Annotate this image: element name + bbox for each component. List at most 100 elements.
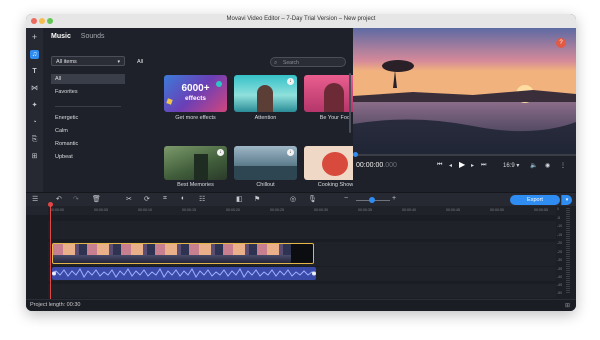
title-track[interactable]: [48, 221, 556, 239]
transitions-icon[interactable]: ⋈: [30, 84, 39, 93]
step-forward-icon[interactable]: ▸: [471, 162, 474, 169]
titles-icon[interactable]: T: [30, 67, 39, 76]
rotate-icon[interactable]: ⟳: [144, 195, 150, 203]
zoom-out-icon[interactable]: −: [344, 195, 348, 202]
category-upbeat[interactable]: Upbeat: [55, 154, 73, 160]
ruler-tick: 00:00:35: [358, 208, 372, 212]
aspect-ratio-select[interactable]: 16:9 ▾: [503, 162, 519, 169]
color-adjust-icon[interactable]: ◐: [181, 195, 185, 202]
insert-icon[interactable]: ◧: [236, 195, 243, 203]
media-card-attention[interactable]: ↓: [234, 75, 297, 112]
add-icon[interactable]: +: [30, 33, 39, 42]
marker-icon[interactable]: ⚑: [254, 195, 260, 203]
search-placeholder: Search: [283, 60, 299, 66]
export-options-button[interactable]: ▾: [561, 195, 572, 205]
download-icon[interactable]: ↓: [287, 149, 294, 156]
play-icon[interactable]: ▶: [459, 160, 465, 169]
record-voice-icon[interactable]: 🎙: [308, 195, 317, 203]
stabilize-icon[interactable]: ◎: [290, 195, 296, 203]
thumbnail-figure: [324, 83, 344, 112]
media-tabs: Music Sounds: [51, 33, 113, 40]
playhead[interactable]: [50, 204, 51, 300]
aspect-ratio-value: 16:9: [503, 163, 515, 169]
window-title: Movavi Video Editor – 7-Day Trial Versio…: [226, 16, 376, 22]
export-preset-icon[interactable]: ⎘: [30, 135, 39, 144]
stickers-icon[interactable]: ◔: [30, 118, 39, 127]
thumbnail-dish: [322, 152, 348, 176]
search-input[interactable]: ⌕ Search: [270, 57, 346, 67]
meter-label: -50: [557, 291, 563, 295]
more-tools-icon[interactable]: ⊞: [30, 152, 39, 161]
video-clip[interactable]: [52, 243, 314, 264]
status-bar: Project length: 00:30 ⊞: [26, 299, 576, 311]
snapshot-icon[interactable]: ◉: [545, 162, 550, 169]
cut-icon[interactable]: ✂: [126, 195, 132, 203]
thumbnail-figure: [194, 154, 208, 180]
resize-grip-icon[interactable]: ⊞: [565, 302, 570, 309]
undo-icon[interactable]: ↶: [56, 195, 62, 203]
skip-to-end-icon[interactable]: ⏭: [481, 162, 486, 169]
category-favorites[interactable]: Favorites: [55, 89, 78, 95]
thumbnail-water: [234, 166, 297, 180]
grid-header: All: [137, 59, 144, 65]
category-all[interactable]: All: [51, 74, 125, 84]
project-length: Project length: 00:30: [30, 302, 81, 308]
preview-frame: [353, 28, 576, 154]
timecode: 00:00:00.000: [356, 162, 397, 169]
help-icon[interactable]: ?: [556, 38, 566, 48]
download-icon[interactable]: ↓: [287, 78, 294, 85]
clip-thumbnail-strip: [53, 255, 313, 263]
card-caption: Best Memories: [177, 182, 214, 188]
meter-label: -30: [557, 258, 563, 262]
thumbnail-figure: [257, 85, 273, 112]
video-preview[interactable]: ?: [353, 28, 576, 154]
category-calm[interactable]: Calm: [55, 128, 68, 134]
meter-label: -25: [557, 250, 563, 254]
ruler-tick: 00:00:20: [226, 208, 240, 212]
ruler-tick: 00:00:55: [534, 208, 548, 212]
audio-level-meter: 0 -5 -10 -15 -20 -25 -30 -35 -40 -45 -50: [556, 206, 576, 299]
track-settings-icon[interactable]: ☰: [32, 195, 38, 203]
meter-label: -45: [557, 283, 563, 287]
zoom-slider-handle[interactable]: [369, 197, 375, 203]
zoom-in-icon[interactable]: +: [392, 195, 396, 202]
timecode-main: 00:00:00: [356, 162, 384, 169]
items-filter-select[interactable]: All items ▾: [51, 56, 125, 66]
tab-sounds[interactable]: Sounds: [81, 33, 105, 40]
media-panel: Music Sounds All items ▾ All Favorites E…: [43, 28, 367, 192]
clip-black-frame: [291, 244, 313, 263]
music-track[interactable]: [48, 284, 556, 298]
audio-waveform[interactable]: [52, 267, 316, 280]
download-icon[interactable]: ↓: [217, 149, 224, 156]
search-icon: ⌕: [274, 60, 278, 66]
timeline-area[interactable]: [26, 215, 576, 299]
confetti-shape: [166, 98, 173, 105]
media-card-best-memories[interactable]: ↓: [164, 146, 227, 180]
tab-music[interactable]: Music: [51, 33, 71, 40]
media-card-get-more-effects[interactable]: 6000+ effects: [164, 75, 227, 112]
crop-icon[interactable]: ⌗: [163, 195, 167, 203]
ruler-tick: 00:00:00: [50, 208, 64, 212]
volume-icon[interactable]: 🔈: [530, 162, 537, 169]
more-options-icon[interactable]: ⋮: [560, 162, 566, 169]
timeline-ruler[interactable]: 00:00:00 00:00:05 00:00:10 00:00:15 00:0…: [48, 206, 556, 215]
skip-to-start-icon[interactable]: ⏮: [437, 162, 442, 169]
media-card-chillout[interactable]: ↓: [234, 146, 297, 180]
timecode-ms: .000: [383, 162, 397, 169]
music-icon[interactable]: ♫: [30, 50, 39, 59]
filters-icon[interactable]: ✦: [30, 101, 39, 110]
category-energetic[interactable]: Energetic: [55, 115, 78, 121]
step-back-icon[interactable]: ◂: [449, 162, 452, 169]
clip-properties-icon[interactable]: ☷: [199, 195, 205, 203]
meter-label: -20: [557, 241, 563, 245]
app-window: Movavi Video Editor – 7-Day Trial Versio…: [26, 14, 576, 311]
delete-icon[interactable]: 🗑: [92, 195, 101, 203]
preview-scrubber[interactable]: [353, 154, 576, 156]
export-button[interactable]: Export: [510, 195, 560, 205]
scrubber-handle[interactable]: [353, 152, 358, 157]
meter-label: -40: [557, 275, 563, 279]
panel-scrollbar[interactable]: [349, 73, 351, 133]
ruler-tick: 00:00:40: [402, 208, 416, 212]
category-romantic[interactable]: Romantic: [55, 141, 78, 147]
redo-icon[interactable]: ↷: [73, 195, 79, 203]
